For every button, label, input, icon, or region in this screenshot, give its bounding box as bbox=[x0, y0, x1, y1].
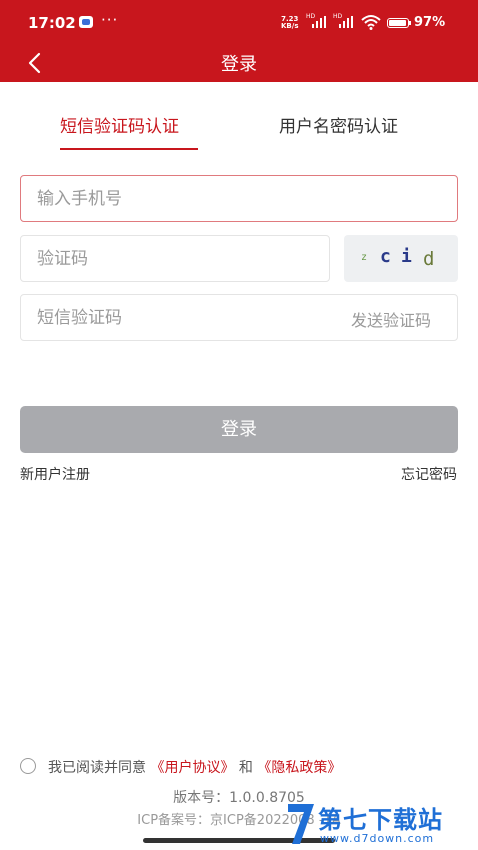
register-link[interactable]: 新用户注册 bbox=[20, 464, 90, 484]
tab-sms-auth[interactable]: 短信验证码认证 bbox=[60, 112, 179, 137]
wifi-icon bbox=[361, 15, 381, 30]
privacy-policy-link[interactable]: 《隐私政策》 bbox=[257, 760, 341, 776]
phone-field bbox=[20, 175, 458, 222]
login-button[interactable]: 登录 bbox=[20, 406, 458, 453]
signal-1-icon: HD bbox=[306, 13, 328, 28]
battery-cap bbox=[409, 21, 411, 25]
page-title: 登录 bbox=[221, 54, 257, 75]
captcha-field bbox=[20, 235, 330, 282]
captcha-input[interactable] bbox=[37, 236, 317, 281]
sms-code-input[interactable] bbox=[37, 295, 317, 340]
network-speed: 7.23 KB/s bbox=[281, 16, 298, 30]
sim2-label: HD bbox=[333, 13, 343, 20]
active-tab-indicator bbox=[60, 148, 198, 150]
watermark: 第七下载站 www.d7down.com bbox=[286, 798, 478, 850]
forgot-password-link[interactable]: 忘记密码 bbox=[401, 464, 457, 484]
watermark-logo-icon bbox=[288, 804, 314, 844]
send-code-button[interactable]: 发送验证码 bbox=[351, 307, 431, 331]
sim1-label: HD bbox=[306, 13, 316, 20]
auth-tabs: 短信验证码认证 用户名密码认证 bbox=[0, 112, 478, 152]
watermark-title: 第七下载站 bbox=[318, 806, 443, 834]
sms-code-field: 发送验证码 bbox=[20, 294, 458, 341]
agreement-text: 我已阅读并同意 《用户协议》 和 《隐私政策》 bbox=[48, 757, 341, 777]
agreement-and: 和 bbox=[238, 760, 253, 776]
more-notifications-icon: ··· bbox=[101, 11, 119, 29]
signal-2-icon: HD bbox=[333, 13, 355, 28]
agreement-prefix: 我已阅读并同意 bbox=[48, 760, 146, 776]
status-bar: 17:02 ··· 7.23 KB/s HD HD 97% bbox=[0, 0, 478, 44]
captcha-char: i bbox=[401, 246, 412, 267]
network-speed-unit: KB/s bbox=[281, 22, 299, 30]
captcha-image[interactable]: z c i d bbox=[344, 235, 458, 282]
status-time: 17:02 bbox=[28, 14, 76, 32]
agreement-radio[interactable] bbox=[20, 758, 36, 774]
watermark-url: www.d7down.com bbox=[320, 832, 435, 845]
tab-password-auth[interactable]: 用户名密码认证 bbox=[279, 112, 398, 137]
battery-icon bbox=[387, 18, 409, 28]
captcha-char: d bbox=[423, 248, 435, 270]
user-agreement-link[interactable]: 《用户协议》 bbox=[150, 760, 234, 776]
captcha-char: z bbox=[361, 252, 368, 263]
phone-input[interactable] bbox=[37, 176, 437, 221]
captcha-char: c bbox=[380, 246, 391, 267]
app-notification-icon bbox=[79, 16, 93, 28]
battery-percent: 97% bbox=[414, 15, 446, 30]
title-bar: 登录 bbox=[0, 44, 478, 82]
